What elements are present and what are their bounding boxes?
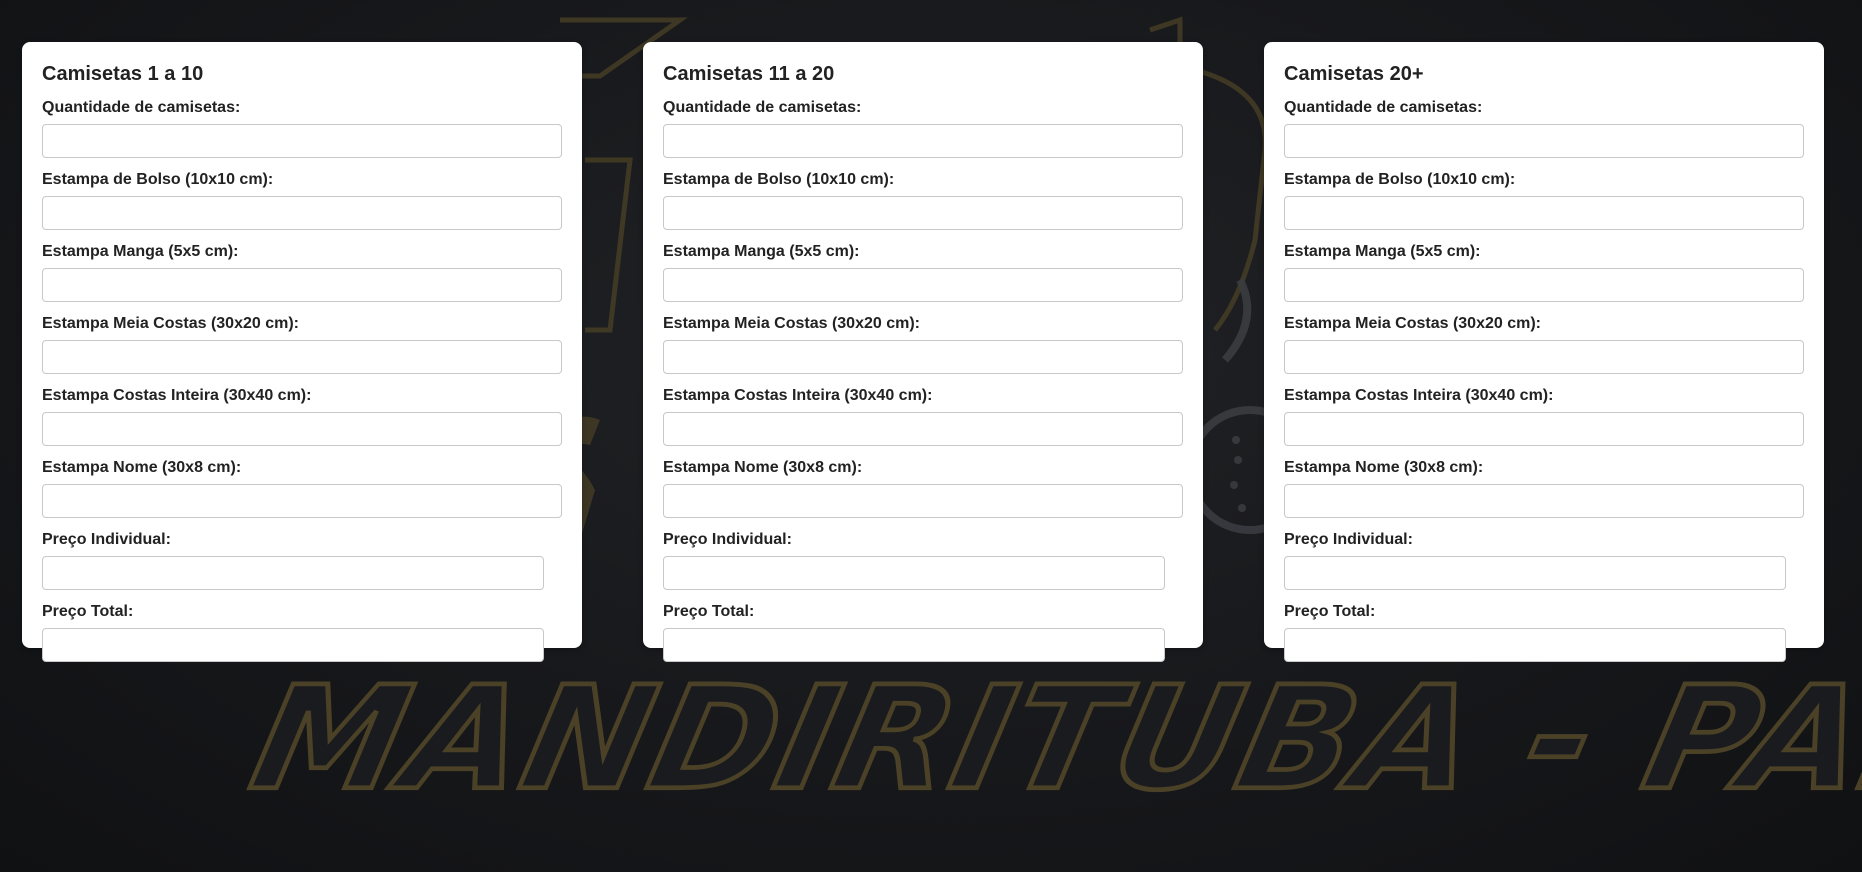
pocket-print-input[interactable] bbox=[42, 196, 562, 230]
full-back-print-field-group: Estampa Costas Inteira (30x40 cm): bbox=[1284, 386, 1804, 446]
full-back-print-label: Estampa Costas Inteira (30x40 cm): bbox=[42, 387, 312, 404]
quantity-label: Quantidade de camisetas: bbox=[42, 99, 241, 116]
total-price-input[interactable] bbox=[1284, 628, 1786, 662]
total-price-field-group: Preço Total: bbox=[42, 602, 562, 662]
half-back-print-field-group: Estampa Meia Costas (30x20 cm): bbox=[1284, 314, 1804, 374]
half-back-print-input[interactable] bbox=[1284, 340, 1804, 374]
half-back-print-field-group: Estampa Meia Costas (30x20 cm): bbox=[663, 314, 1183, 374]
name-print-field-group: Estampa Nome (30x8 cm): bbox=[663, 458, 1183, 518]
full-back-print-field-group: Estampa Costas Inteira (30x40 cm): bbox=[663, 386, 1183, 446]
full-back-print-field-group: Estampa Costas Inteira (30x40 cm): bbox=[42, 386, 562, 446]
name-print-label: Estampa Nome (30x8 cm): bbox=[1284, 459, 1484, 476]
half-back-print-field-group: Estampa Meia Costas (30x20 cm): bbox=[42, 314, 562, 374]
sleeve-print-field-group: Estampa Manga (5x5 cm): bbox=[1284, 242, 1804, 302]
quantity-field-group: Quantidade de camisetas: bbox=[1284, 98, 1804, 158]
pocket-print-label: Estampa de Bolso (10x10 cm): bbox=[42, 171, 274, 188]
unit-price-label: Preço Individual: bbox=[663, 531, 792, 548]
total-price-label: Preço Total: bbox=[1284, 603, 1376, 620]
total-price-label: Preço Total: bbox=[42, 603, 134, 620]
total-price-field-group: Preço Total: bbox=[663, 602, 1183, 662]
half-back-print-input[interactable] bbox=[663, 340, 1183, 374]
pocket-print-field-group: Estampa de Bolso (10x10 cm): bbox=[663, 170, 1183, 230]
sleeve-print-input[interactable] bbox=[1284, 268, 1804, 302]
name-print-input[interactable] bbox=[663, 484, 1183, 518]
total-price-input[interactable] bbox=[663, 628, 1165, 662]
half-back-print-label: Estampa Meia Costas (30x20 cm): bbox=[1284, 315, 1541, 332]
quantity-input[interactable] bbox=[42, 124, 562, 158]
unit-price-input[interactable] bbox=[42, 556, 544, 590]
quantity-field-group: Quantidade de camisetas: bbox=[663, 98, 1183, 158]
pocket-print-label: Estampa de Bolso (10x10 cm): bbox=[1284, 171, 1516, 188]
unit-price-label: Preço Individual: bbox=[42, 531, 171, 548]
unit-price-field-group: Preço Individual: bbox=[663, 530, 1183, 590]
name-print-field-group: Estampa Nome (30x8 cm): bbox=[42, 458, 562, 518]
pocket-print-field-group: Estampa de Bolso (10x10 cm): bbox=[1284, 170, 1804, 230]
pricing-card-20-plus: Camisetas 20+ Quantidade de camisetas: E… bbox=[1264, 42, 1824, 662]
quantity-label: Quantidade de camisetas: bbox=[1284, 99, 1483, 116]
unit-price-field-group: Preço Individual: bbox=[1284, 530, 1804, 590]
full-back-print-input[interactable] bbox=[663, 412, 1183, 446]
half-back-print-input[interactable] bbox=[42, 340, 562, 374]
quantity-label: Quantidade de camisetas: bbox=[663, 99, 862, 116]
sleeve-print-input[interactable] bbox=[42, 268, 562, 302]
quantity-input[interactable] bbox=[1284, 124, 1804, 158]
unit-price-label: Preço Individual: bbox=[1284, 531, 1413, 548]
total-price-input[interactable] bbox=[42, 628, 544, 662]
card-title: Camisetas 11 a 20 bbox=[663, 63, 835, 85]
card-title: Camisetas 20+ bbox=[1284, 63, 1424, 85]
name-print-label: Estampa Nome (30x8 cm): bbox=[663, 459, 863, 476]
unit-price-field-group: Preço Individual: bbox=[42, 530, 562, 590]
name-print-label: Estampa Nome (30x8 cm): bbox=[42, 459, 242, 476]
total-price-field-group: Preço Total: bbox=[1284, 602, 1804, 662]
pricing-card-1-to-10: Camisetas 1 a 10 Quantidade de camisetas… bbox=[22, 42, 582, 662]
pocket-print-label: Estampa de Bolso (10x10 cm): bbox=[663, 171, 895, 188]
full-back-print-input[interactable] bbox=[42, 412, 562, 446]
full-back-print-label: Estampa Costas Inteira (30x40 cm): bbox=[663, 387, 933, 404]
sleeve-print-field-group: Estampa Manga (5x5 cm): bbox=[663, 242, 1183, 302]
pricing-card-11-to-20: Camisetas 11 a 20 Quantidade de camiseta… bbox=[643, 42, 1203, 662]
full-back-print-label: Estampa Costas Inteira (30x40 cm): bbox=[1284, 387, 1554, 404]
total-price-label: Preço Total: bbox=[663, 603, 755, 620]
pocket-print-input[interactable] bbox=[663, 196, 1183, 230]
quantity-field-group: Quantidade de camisetas: bbox=[42, 98, 562, 158]
unit-price-input[interactable] bbox=[663, 556, 1165, 590]
sleeve-print-field-group: Estampa Manga (5x5 cm): bbox=[42, 242, 562, 302]
name-print-input[interactable] bbox=[42, 484, 562, 518]
background-banner-text: MANDIRITUBA - PARANÁ bbox=[237, 654, 1862, 824]
sleeve-print-label: Estampa Manga (5x5 cm): bbox=[42, 243, 239, 260]
name-print-field-group: Estampa Nome (30x8 cm): bbox=[1284, 458, 1804, 518]
half-back-print-label: Estampa Meia Costas (30x20 cm): bbox=[663, 315, 920, 332]
sleeve-print-label: Estampa Manga (5x5 cm): bbox=[1284, 243, 1481, 260]
pocket-print-input[interactable] bbox=[1284, 196, 1804, 230]
quantity-input[interactable] bbox=[663, 124, 1183, 158]
unit-price-input[interactable] bbox=[1284, 556, 1786, 590]
pocket-print-field-group: Estampa de Bolso (10x10 cm): bbox=[42, 170, 562, 230]
full-back-print-input[interactable] bbox=[1284, 412, 1804, 446]
name-print-input[interactable] bbox=[1284, 484, 1804, 518]
half-back-print-label: Estampa Meia Costas (30x20 cm): bbox=[42, 315, 299, 332]
sleeve-print-input[interactable] bbox=[663, 268, 1183, 302]
sleeve-print-label: Estampa Manga (5x5 cm): bbox=[663, 243, 860, 260]
card-title: Camisetas 1 a 10 bbox=[42, 63, 204, 85]
